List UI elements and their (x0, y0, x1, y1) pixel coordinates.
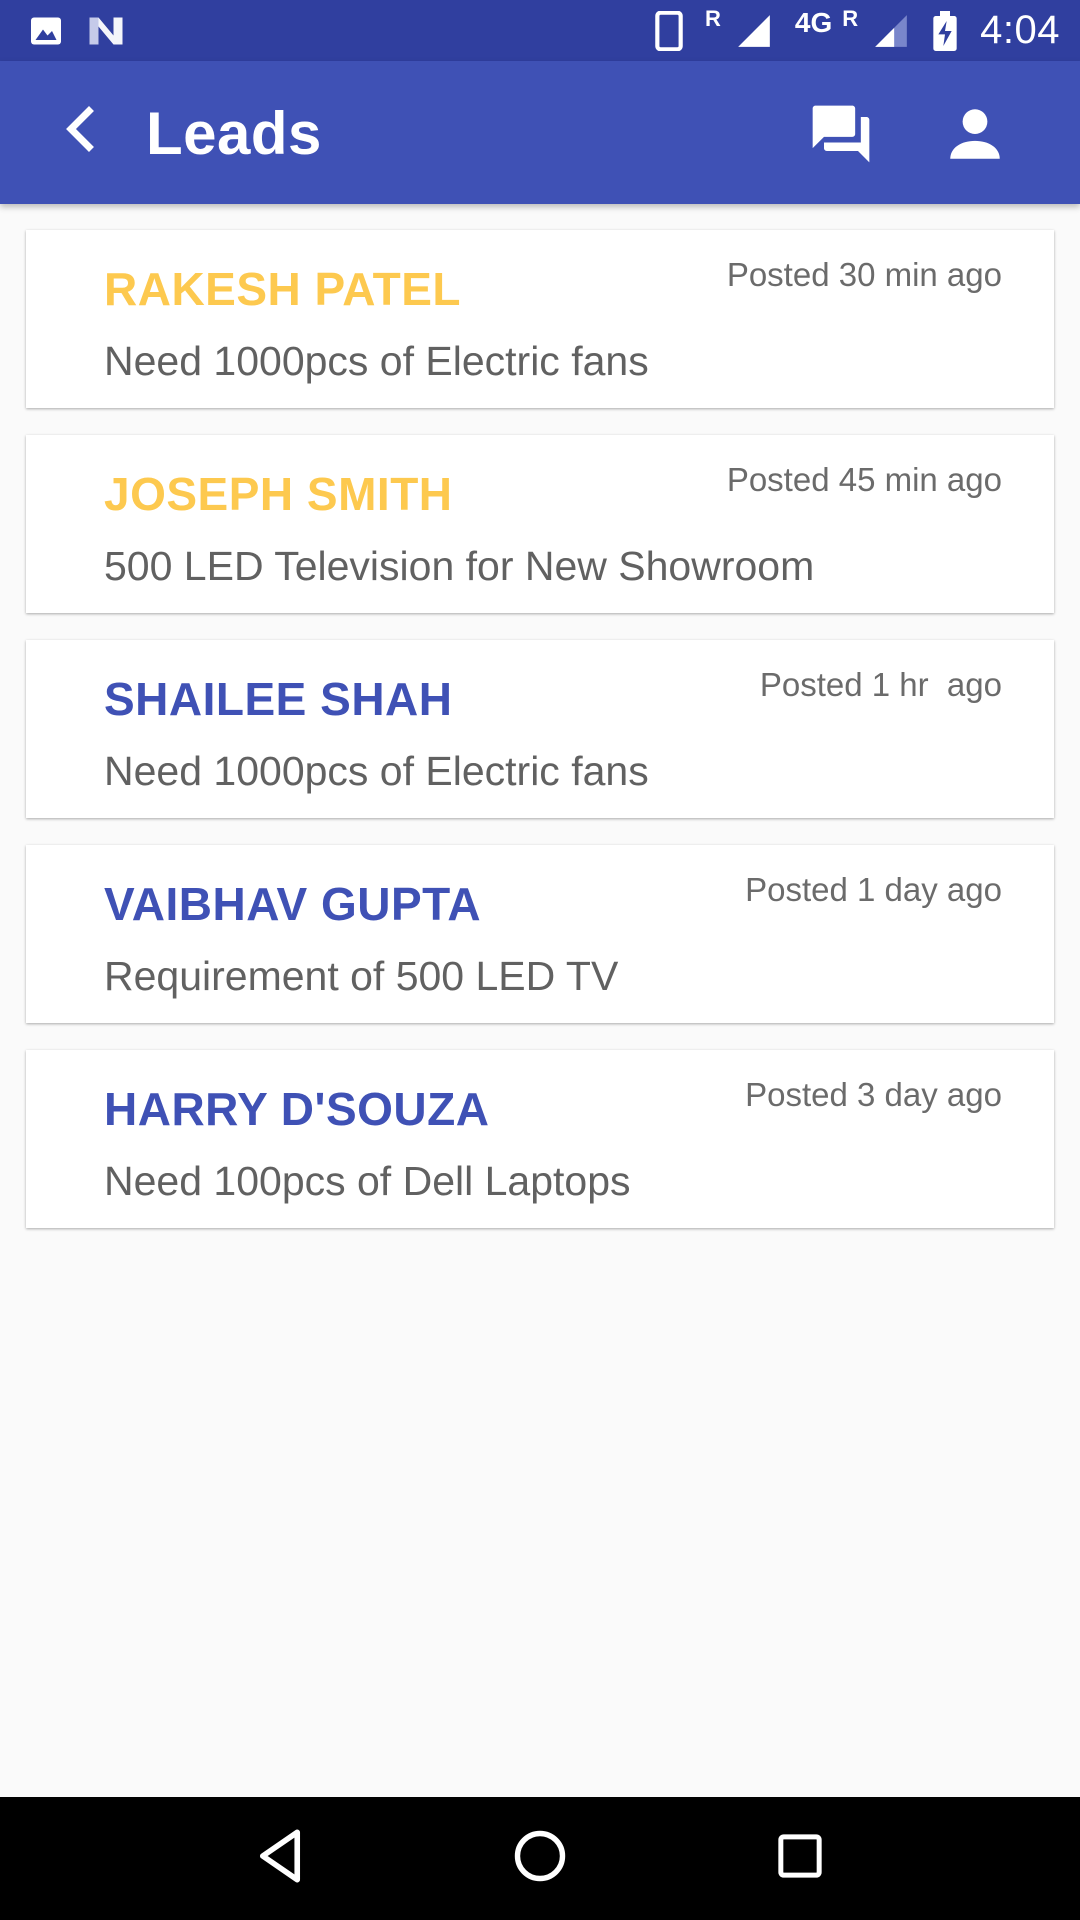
lead-name: RAKESH PATEL (104, 263, 461, 315)
lead-description: Need 1000pcs of Electric fans (104, 338, 649, 384)
triangle-back-icon (254, 1828, 306, 1889)
profile-button[interactable] (934, 95, 1016, 177)
back-button[interactable] (44, 91, 114, 171)
network-type: 4G (794, 6, 833, 38)
nav-home-button[interactable] (495, 1814, 585, 1904)
lead-name: HARRY D'SOUZA (104, 1083, 490, 1135)
lead-description: Requirement of 500 LED TV (104, 953, 619, 999)
lead-posted-time: Posted 45 min ago (726, 461, 1002, 498)
lead-description: 500 LED Television for New Showroom (104, 543, 815, 589)
person-icon (942, 101, 1008, 172)
chevron-left-icon (59, 105, 99, 158)
roaming-indicator-2: R (842, 5, 859, 31)
signal-icon (735, 12, 773, 50)
lead-name: JOSEPH SMITH (104, 468, 453, 520)
lead-card-shailee-shah[interactable]: SHAILEE SHAH Posted 1 hr ago Need 1000pc… (26, 640, 1054, 818)
lead-description: Need 100pcs of Dell Laptops (104, 1158, 631, 1204)
circle-home-icon (513, 1829, 567, 1888)
lead-card-vaibhav-gupta[interactable]: VAIBHAV GUPTA Posted 1 day ago Requireme… (26, 845, 1054, 1023)
page-title: Leads (146, 100, 322, 167)
lead-card-rakesh-patel[interactable]: RAKESH PATEL Posted 30 min ago Need 1000… (26, 230, 1054, 408)
lead-posted-time: Posted 1 day ago (745, 871, 1002, 908)
lead-posted-time: Posted 30 min ago (726, 256, 1002, 293)
status-right: R 4G R 4:04 (655, 5, 1060, 53)
phone-vibrate-icon (655, 10, 683, 51)
chat-button[interactable] (800, 95, 882, 177)
n-notification-icon (86, 13, 126, 49)
image-icon (28, 13, 64, 49)
battery-charging-icon (932, 10, 958, 51)
app-bar: Leads (0, 61, 1080, 204)
status-left (28, 13, 126, 49)
signal-icon-2 (872, 12, 910, 50)
nav-back-button[interactable] (235, 1814, 325, 1904)
status-bar: R 4G R 4:04 (0, 0, 1080, 61)
status-time: 4:04 (980, 8, 1060, 52)
lead-description: Need 1000pcs of Electric fans (104, 748, 649, 794)
system-nav-bar (0, 1797, 1080, 1920)
lead-card-joseph-smith[interactable]: JOSEPH SMITH Posted 45 min ago 500 LED T… (26, 435, 1054, 613)
square-recents-icon (777, 1833, 823, 1884)
forum-icon (805, 100, 877, 173)
lead-posted-time: Posted 1 hr ago (759, 666, 1002, 703)
lead-list: RAKESH PATEL Posted 30 min ago Need 1000… (26, 230, 1054, 1255)
nav-recents-button[interactable] (755, 1814, 845, 1904)
lead-name: SHAILEE SHAH (104, 673, 453, 725)
lead-posted-time: Posted 3 day ago (745, 1076, 1002, 1113)
lead-card-harry-dsouza[interactable]: HARRY D'SOUZA Posted 3 day ago Need 100p… (26, 1050, 1054, 1228)
lead-name: VAIBHAV GUPTA (104, 878, 482, 930)
roaming-indicator: R (705, 5, 721, 31)
